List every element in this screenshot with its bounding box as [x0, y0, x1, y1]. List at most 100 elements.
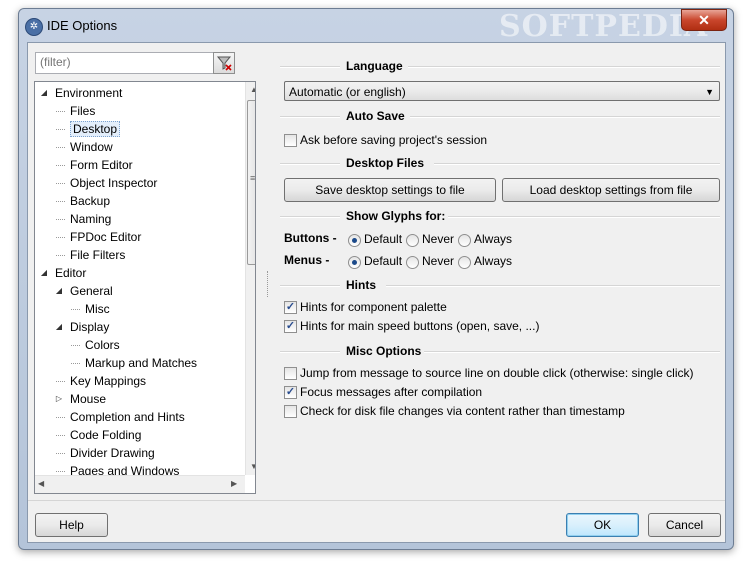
clear-filter-icon: [216, 56, 232, 71]
ask-before-saving-checkbox[interactable]: [284, 134, 297, 147]
tree-horizontal-scrollbar[interactable]: ◀ ▶: [35, 475, 245, 493]
radio-label[interactable]: Default: [364, 254, 402, 268]
tree-connector: [56, 381, 65, 382]
tree-item[interactable]: ◢ Display: [56, 318, 109, 336]
close-button[interactable]: ✕: [681, 9, 727, 31]
menus-radio-default[interactable]: [348, 256, 361, 269]
hints-title: Hints: [346, 278, 376, 292]
scroll-left-icon[interactable]: ◀: [38, 479, 44, 488]
tree-item[interactable]: ▷ Mouse: [56, 390, 106, 408]
jump-double-click-label[interactable]: Jump from message to source line on doub…: [300, 366, 694, 380]
options-tree[interactable]: ◢ Environment Files Desktop Window Form Edito…: [34, 81, 256, 494]
radio-label[interactable]: Never: [422, 254, 454, 268]
title-bar[interactable]: ✲ IDE Options SOFTPEDIA ✕: [19, 9, 733, 44]
disk-file-changes-checkbox[interactable]: [284, 405, 297, 418]
tree-item-label: Backup: [70, 194, 111, 208]
tree-vertical-scrollbar[interactable]: ▲ ≡ ▼: [245, 82, 255, 475]
tree-item[interactable]: Backup: [56, 192, 110, 210]
tree-item[interactable]: Completion and Hints: [56, 408, 185, 426]
ide-options-window: ✲ IDE Options SOFTPEDIA ✕ ◢ Environment Fi…: [18, 8, 734, 550]
filter-input[interactable]: [36, 53, 214, 71]
help-button[interactable]: Help: [35, 513, 108, 537]
hints-palette-label[interactable]: Hints for component palette: [300, 300, 447, 314]
tree-connector: [56, 255, 65, 256]
tree-item-label: Object Inspector: [70, 176, 158, 190]
clear-filter-button[interactable]: [213, 52, 235, 74]
menus-glyph-label: Menus -: [284, 253, 330, 267]
scroll-up-icon[interactable]: ▲: [250, 85, 255, 94]
jump-double-click-checkbox[interactable]: [284, 367, 297, 380]
glyphs-section-header: Show Glyphs for:: [280, 207, 720, 225]
menus-radio-always[interactable]: [458, 256, 471, 269]
filter-field[interactable]: [35, 52, 214, 74]
desktop-files-section-header: Desktop Files: [280, 154, 720, 172]
disk-file-changes-label[interactable]: Check for disk file changes via content …: [300, 404, 625, 418]
tree-item-label: Colors: [85, 338, 120, 352]
ok-button[interactable]: OK: [566, 513, 639, 537]
hints-speed-buttons-checkbox[interactable]: ✓: [284, 320, 297, 333]
tree-item[interactable]: Colors: [71, 336, 120, 354]
tree-item[interactable]: Markup and Matches: [71, 354, 197, 372]
tree-item[interactable]: Window: [56, 138, 113, 156]
tree-connector: [71, 363, 80, 364]
autosave-title: Auto Save: [346, 109, 405, 123]
focus-messages-checkbox[interactable]: ✓: [284, 386, 297, 399]
tree-item[interactable]: Files: [56, 102, 95, 120]
tree-item-label: Display: [70, 320, 110, 334]
tree-item[interactable]: Code Folding: [56, 426, 141, 444]
radio-label[interactable]: Default: [364, 232, 402, 246]
tree-item[interactable]: Form Editor: [56, 156, 133, 174]
tree-connector: [56, 471, 65, 472]
buttons-radio-never[interactable]: [406, 234, 419, 247]
expanded-triangle-icon[interactable]: ◢: [54, 318, 64, 336]
panel-splitter[interactable]: [267, 271, 270, 297]
cancel-button[interactable]: Cancel: [648, 513, 721, 537]
expanded-triangle-icon[interactable]: ◢: [54, 282, 64, 300]
tree-item-label: Environment: [55, 86, 123, 100]
language-select[interactable]: Automatic (or english) ▼: [284, 81, 720, 101]
tree-item-label: General: [70, 284, 113, 298]
tree-item-label: Desktop: [70, 121, 121, 137]
scroll-right-icon[interactable]: ▶: [231, 479, 237, 488]
tree-connector: [56, 417, 65, 418]
footer-divider: [28, 500, 725, 501]
tree-item[interactable]: ◢ Environment: [41, 84, 122, 102]
tree-item[interactable]: ◢ General: [56, 282, 113, 300]
radio-label[interactable]: Always: [474, 232, 512, 246]
ask-before-saving-label[interactable]: Ask before saving project's session: [300, 133, 487, 147]
tree-connector: [56, 183, 65, 184]
tree-scroll-thumb[interactable]: ≡: [247, 100, 255, 265]
tree-item[interactable]: Misc: [71, 300, 110, 318]
tree-item[interactable]: Naming: [56, 210, 111, 228]
tree-item[interactable]: Divider Drawing: [56, 444, 155, 462]
lazarus-app-icon: ✲: [25, 18, 43, 36]
menus-radio-never[interactable]: [406, 256, 419, 269]
tree-item-label: Files: [70, 104, 96, 118]
hints-palette-checkbox[interactable]: ✓: [284, 301, 297, 314]
expanded-triangle-icon[interactable]: ◢: [39, 264, 49, 282]
buttons-radio-always[interactable]: [458, 234, 471, 247]
tree-item[interactable]: File Filters: [56, 246, 125, 264]
tree-connector: [56, 111, 65, 112]
tree-item-label: Code Folding: [70, 428, 142, 442]
tree-item[interactable]: ◢ Editor: [41, 264, 86, 282]
load-desktop-settings-button[interactable]: Load desktop settings from file: [502, 178, 720, 202]
tree-connector: [56, 129, 65, 130]
radio-label[interactable]: Always: [474, 254, 512, 268]
focus-messages-label[interactable]: Focus messages after compilation: [300, 385, 482, 399]
misc-section-header: Misc Options: [280, 342, 720, 360]
radio-label[interactable]: Never: [422, 232, 454, 246]
tree-item[interactable]: Key Mappings: [56, 372, 146, 390]
save-desktop-settings-button[interactable]: Save desktop settings to file: [284, 178, 496, 202]
collapsed-triangle-icon[interactable]: ▷: [54, 390, 64, 408]
buttons-radio-default[interactable]: [348, 234, 361, 247]
misc-title: Misc Options: [346, 344, 422, 358]
expanded-triangle-icon[interactable]: ◢: [39, 84, 49, 102]
tree-item[interactable]: Desktop: [56, 120, 121, 138]
scroll-down-icon[interactable]: ▼: [250, 462, 255, 471]
tree-item-label: File Filters: [70, 248, 126, 262]
tree-item[interactable]: FPDoc Editor: [56, 228, 141, 246]
hints-speed-buttons-label[interactable]: Hints for main speed buttons (open, save…: [300, 319, 539, 333]
tree-connector: [71, 309, 80, 310]
tree-item[interactable]: Object Inspector: [56, 174, 157, 192]
